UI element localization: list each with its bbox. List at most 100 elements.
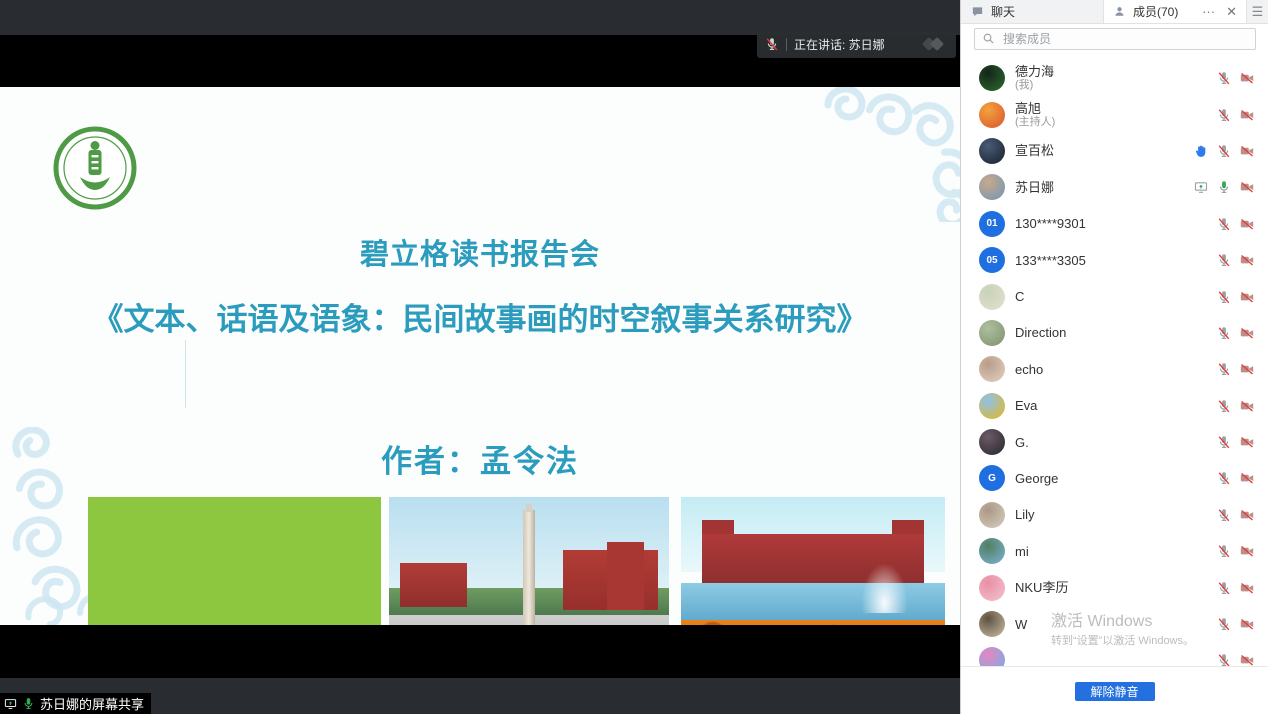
member-row[interactable]: G.: [961, 424, 1268, 460]
mic-muted-icon: [1217, 399, 1231, 413]
slide-event-title: 碧立格读书报告会: [0, 231, 960, 273]
speaking-toast-text: 正在讲话: 苏日娜: [794, 36, 885, 53]
panel-tabbar: 聊天 成员(70) ··· ✕ ☰: [961, 0, 1268, 24]
member-name: 德力海: [1015, 64, 1054, 79]
mic-muted-icon: [1217, 108, 1231, 122]
mic-muted-icon: [1217, 290, 1231, 304]
camera-muted-icon: [1240, 71, 1254, 85]
slide-image-campus-lake: [681, 497, 945, 625]
camera-muted-icon: [1240, 471, 1254, 485]
camera-muted-icon: [1240, 180, 1254, 194]
member-row[interactable]: [961, 642, 1268, 666]
avatar: [979, 284, 1005, 310]
member-row[interactable]: echo: [961, 351, 1268, 387]
member-tag: (主持人): [1015, 116, 1055, 129]
tab-chat[interactable]: 聊天: [961, 0, 1104, 23]
avatar: [979, 611, 1005, 637]
tab-chat-label: 聊天: [991, 3, 1015, 20]
panel-menu-button[interactable]: ☰: [1246, 0, 1268, 23]
member-name: Lily: [1015, 507, 1035, 522]
member-row[interactable]: G George: [961, 460, 1268, 496]
member-name: 苏日娜: [1015, 180, 1054, 195]
camera-muted-icon: [1240, 508, 1254, 522]
avatar: [979, 429, 1005, 455]
camera-muted-icon: [1240, 435, 1254, 449]
tab-members-label: 成员(70): [1133, 3, 1178, 20]
mic-muted-icon: [1217, 253, 1231, 267]
avatar: [979, 647, 1005, 666]
member-row[interactable]: 宣百松: [961, 133, 1268, 169]
avatar: 05: [979, 247, 1005, 273]
mic-muted-icon: [1217, 144, 1231, 158]
person-icon: [1113, 5, 1127, 19]
panel-more-button[interactable]: ···: [1202, 5, 1215, 18]
camera-muted-icon: [1240, 544, 1254, 558]
slide-image-green-block: [88, 497, 381, 625]
mic-muted-icon: [1217, 326, 1231, 340]
member-row[interactable]: Eva: [961, 388, 1268, 424]
member-search: [974, 28, 1256, 50]
camera-muted-icon: [1240, 217, 1254, 231]
members-panel: 聊天 成员(70) ··· ✕ ☰: [960, 0, 1268, 714]
avatar: [979, 65, 1005, 91]
member-row[interactable]: mi: [961, 533, 1268, 569]
mic-muted-icon: [1217, 435, 1231, 449]
avatar: G: [979, 465, 1005, 491]
university-logo: [52, 125, 138, 216]
mic-muted-icon: [1217, 71, 1231, 85]
member-name: 高旭: [1015, 101, 1055, 116]
chat-bubble-icon: [971, 5, 985, 19]
mic-muted-icon: [1217, 471, 1231, 485]
member-name: 宣百松: [1015, 143, 1054, 158]
mic-muted-icon: [1217, 581, 1231, 595]
tab-members[interactable]: 成员(70) ··· ✕: [1104, 0, 1246, 23]
search-icon: [982, 32, 995, 46]
avatar: [979, 356, 1005, 382]
member-row[interactable]: NKU李历: [961, 569, 1268, 605]
slide-image-campus-monument: [389, 497, 669, 625]
mic-muted-icon: [1217, 508, 1231, 522]
member-list: 德力海 (我): [961, 60, 1268, 666]
screen-share-label: 苏日娜的屏幕共享: [0, 693, 151, 714]
member-row[interactable]: W: [961, 606, 1268, 642]
member-tag: (我): [1015, 79, 1054, 92]
camera-muted-icon: [1240, 144, 1254, 158]
avatar: [979, 538, 1005, 564]
member-name: George: [1015, 471, 1058, 486]
member-row[interactable]: 高旭 (主持人): [961, 96, 1268, 132]
shared-screen-area: 碧立格读书报告会 《文本、话语及语象：民间故事画的时空叙事关系研究》 作者：孟令…: [0, 0, 960, 714]
unmute-button[interactable]: 解除静音: [1075, 682, 1155, 701]
avatar: [979, 102, 1005, 128]
meeting-app-logo: [922, 36, 948, 52]
avatar: 01: [979, 211, 1005, 237]
mic-muted-icon: [1217, 653, 1231, 666]
member-row[interactable]: 德力海 (我): [961, 60, 1268, 96]
member-row[interactable]: C: [961, 278, 1268, 314]
member-name: NKU李历: [1015, 580, 1068, 595]
member-name: Direction: [1015, 325, 1066, 340]
member-row[interactable]: Lily: [961, 497, 1268, 533]
member-name: C: [1015, 289, 1024, 304]
member-name: 130****9301: [1015, 216, 1086, 231]
member-name: W: [1015, 617, 1027, 632]
mic-muted-icon: [1217, 544, 1231, 558]
camera-muted-icon: [1240, 399, 1254, 413]
member-row[interactable]: 苏日娜: [961, 169, 1268, 205]
speaking-toast: 正在讲话: 苏日娜: [757, 30, 956, 58]
member-row[interactable]: 01 130****9301: [961, 206, 1268, 242]
member-name: G.: [1015, 435, 1029, 450]
search-input[interactable]: [1001, 31, 1248, 47]
monitor-icon: [4, 697, 18, 711]
panel-close-button[interactable]: ✕: [1226, 5, 1237, 18]
presentation-slide: 碧立格读书报告会 《文本、话语及语象：民间故事画的时空叙事关系研究》 作者：孟令…: [0, 87, 960, 625]
camera-muted-icon: [1240, 362, 1254, 376]
slide-book-title: 《文本、话语及语象：民间故事画的时空叙事关系研究》: [0, 294, 960, 339]
member-row[interactable]: Direction: [961, 315, 1268, 351]
mic-muted-icon: [1217, 617, 1231, 631]
member-row[interactable]: 05 133****3305: [961, 242, 1268, 278]
avatar: [979, 502, 1005, 528]
avatar: [979, 174, 1005, 200]
camera-muted-icon: [1240, 326, 1254, 340]
avatar: [979, 138, 1005, 164]
member-name: 133****3305: [1015, 253, 1086, 268]
